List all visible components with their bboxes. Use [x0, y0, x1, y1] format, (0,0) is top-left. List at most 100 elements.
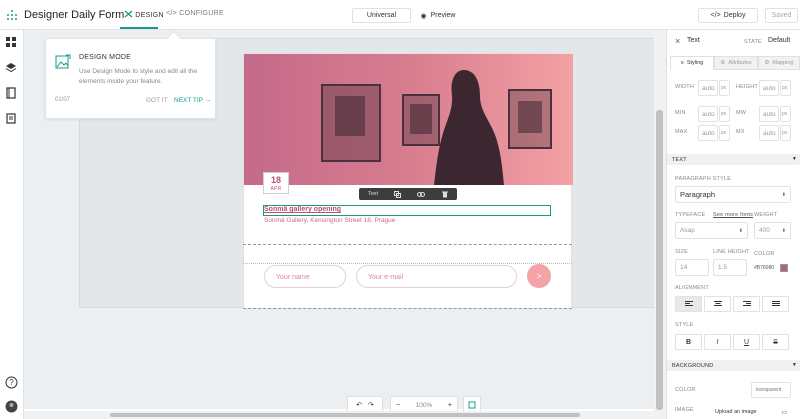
min-width-input[interactable]: auto [698, 106, 718, 122]
color-swatch[interactable] [780, 263, 788, 272]
typeface-value: Asap [680, 227, 695, 234]
typeface-select[interactable]: Asap ⬍ [675, 222, 748, 239]
tab-attributes-label: Attributes [728, 60, 752, 66]
weight-value: 400 [759, 227, 770, 234]
tab-mapping[interactable]: ⚙ Mapping [758, 56, 800, 70]
max-width-unit[interactable]: px [719, 125, 730, 141]
vertical-scroll-thumb[interactable] [656, 110, 663, 410]
event-address[interactable]: Sonmä Gallery, Kensington Street 18, Pra… [264, 217, 395, 224]
properties-panel: × Text STATE Default ≡ Styling ⚙ Attribute… [666, 30, 800, 419]
zoom-in-button[interactable]: + [448, 402, 452, 409]
min-height-input[interactable]: auto [759, 106, 779, 122]
width-input[interactable]: auto [698, 80, 718, 96]
name-input[interactable]: Your name [264, 265, 346, 288]
background-section-header[interactable]: BACKGROUND ▼ [667, 360, 800, 371]
max-height-unit[interactable]: px [780, 125, 791, 141]
close-icon[interactable]: × [675, 36, 680, 46]
device-select[interactable]: Universal [352, 8, 411, 23]
weight-select[interactable]: 400 ⬍ [754, 222, 791, 239]
deploy-button[interactable]: </> Deploy [698, 8, 758, 23]
saved-label: Saved [771, 12, 792, 19]
app-logo-icon [7, 10, 17, 20]
font-size-input[interactable]: 14 [675, 259, 709, 276]
floating-toolbar: Text [359, 188, 457, 200]
gallery-frame-3 [508, 89, 552, 149]
align-left-icon[interactable] [675, 296, 702, 312]
underline-button[interactable]: U [733, 334, 760, 350]
line-height-input[interactable]: 1.5 [713, 259, 747, 276]
max-width-input[interactable]: auto [698, 125, 718, 141]
see-more-fonts-link[interactable]: See more fonts [713, 212, 753, 218]
max-height-label: MX [736, 129, 745, 135]
tab-design[interactable]: DESIGN [124, 10, 164, 19]
style-label: STYLE [675, 322, 694, 328]
min-label: MIN [675, 110, 686, 116]
grid-icon[interactable] [5, 35, 17, 47]
tab-attributes[interactable]: ⚙ Attributes [714, 56, 758, 70]
redo-icon[interactable]: ↷ [368, 401, 374, 409]
got-it-button[interactable]: GOT IT [146, 97, 168, 104]
avatar[interactable] [5, 400, 18, 413]
book-icon[interactable] [5, 86, 17, 99]
color-hex-value: #B76080 [754, 264, 775, 271]
clipboard-icon[interactable] [5, 111, 17, 124]
left-sidebar: ? [0, 30, 24, 419]
max-height-input[interactable]: auto [759, 125, 779, 141]
upload-image-button[interactable]: Upload an image ▭ [711, 404, 791, 419]
text-section-header[interactable]: TEXT ▼ [667, 154, 800, 165]
paragraph-style-select[interactable]: Paragraph ⬍ [675, 186, 791, 203]
code-icon: </> [166, 10, 178, 17]
align-right-icon[interactable] [733, 296, 760, 312]
state-select[interactable]: Default [768, 37, 790, 44]
paragraph-style-value: Paragraph [680, 190, 716, 199]
height-input[interactable]: auto [759, 80, 779, 96]
gallery-frame-1 [321, 84, 381, 162]
image-upload-icon: ▭ [781, 409, 787, 416]
height-unit[interactable]: px [780, 80, 791, 96]
preview-label: Preview [430, 12, 456, 19]
image-icon [55, 54, 71, 69]
top-bar: Designer Daily Form DESIGN </> CONFIGURE… [0, 0, 800, 30]
horizontal-scroll-thumb[interactable] [110, 413, 580, 417]
design-mode-tip: DESIGN MODE Use Design Mode to style and… [45, 30, 216, 119]
color-field[interactable]: #B76080 [754, 259, 791, 276]
align-center-icon[interactable] [704, 296, 731, 312]
delete-icon[interactable] [437, 188, 453, 200]
svg-text:?: ? [9, 378, 14, 387]
duplicate-icon[interactable] [389, 188, 405, 200]
email-input[interactable]: Your e-mail [356, 265, 517, 288]
tab-styling[interactable]: ≡ Styling [670, 56, 714, 70]
italic-button[interactable]: I [704, 334, 731, 350]
date-day: 18 [270, 175, 281, 185]
tab-design-label: DESIGN [135, 12, 164, 19]
min-width-unit[interactable]: px [719, 106, 730, 122]
help-icon[interactable]: ? [5, 376, 18, 389]
event-title[interactable]: Sonmä gallery opening [264, 206, 341, 213]
bg-color-input[interactable]: transparent [751, 382, 791, 398]
chevron-down-icon: ▼ [791, 156, 797, 162]
image-label: IMAGE [675, 407, 694, 413]
link-icon[interactable] [413, 188, 429, 200]
state-label: STATE [744, 39, 762, 45]
next-tip-button[interactable]: NEXT TIP → [174, 97, 211, 104]
tab-mapping-label: Mapping [772, 60, 794, 66]
zoom-out-button[interactable]: − [396, 402, 400, 409]
align-justify-icon[interactable] [762, 296, 789, 312]
preview-button[interactable]: ◉ Preview [414, 8, 462, 23]
weight-label: WEIGHT [754, 212, 778, 218]
saved-button[interactable]: Saved [765, 8, 798, 23]
zoom-level: 100% [415, 401, 433, 409]
width-unit[interactable]: px [719, 80, 730, 96]
upload-image-label: Upload an image [715, 409, 757, 415]
strikethrough-button[interactable]: S [762, 334, 789, 350]
line-height-label: LINE HEIGHT [713, 249, 750, 255]
tab-configure[interactable]: </> CONFIGURE [166, 10, 224, 17]
app-title: Designer Daily Form [24, 9, 125, 21]
bold-button[interactable]: B [675, 334, 702, 350]
undo-icon[interactable]: ↶ [356, 401, 362, 409]
min-height-unit[interactable]: px [780, 106, 791, 122]
submit-button[interactable]: > [527, 264, 551, 288]
element-type-label[interactable]: Text [361, 188, 385, 200]
layers-icon[interactable] [5, 61, 17, 73]
alignment-label: ALIGNMENT [675, 285, 709, 291]
